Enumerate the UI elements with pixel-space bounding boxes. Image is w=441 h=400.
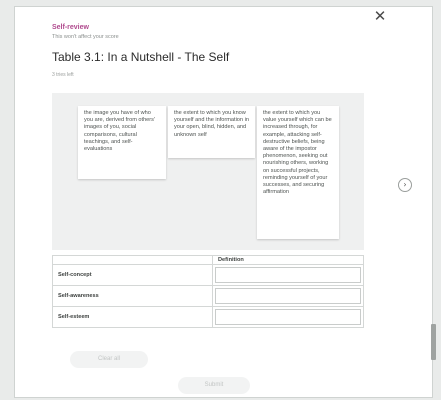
row-label: Self-awareness <box>52 285 213 307</box>
row-label: Self-concept <box>52 264 213 286</box>
table-row: Self-esteem <box>52 306 364 328</box>
column-header: Definition <box>212 255 364 265</box>
column-header <box>52 255 213 265</box>
table-row: Self-concept <box>52 264 364 286</box>
left-margin <box>0 0 14 400</box>
score-note: This won't affect your score <box>52 34 119 40</box>
answer-chip[interactable]: the image you have of who you are, deriv… <box>78 106 166 179</box>
answer-chip[interactable]: the extent to which you value yourself w… <box>257 106 339 239</box>
definition-cell <box>212 264 364 286</box>
matching-table: Definition Self-concept Self-awareness S… <box>52 255 364 328</box>
tries-left: 3 tries left <box>52 72 74 78</box>
table-row: Self-awareness <box>52 285 364 307</box>
definition-cell <box>212 306 364 328</box>
row-label: Self-esteem <box>52 306 213 328</box>
submit-button[interactable]: Submit <box>178 377 250 394</box>
page-title: Table 3.1: In a Nutshell - The Self <box>52 50 230 64</box>
chevron-right-icon[interactable]: › <box>398 178 412 192</box>
scrollbar-thumb[interactable] <box>431 324 436 360</box>
drop-target[interactable] <box>215 288 361 304</box>
answer-chip[interactable]: the extent to which you know yourself an… <box>168 106 255 158</box>
table-header-row: Definition <box>52 255 364 265</box>
drop-target[interactable] <box>215 309 361 325</box>
drop-target[interactable] <box>215 267 361 283</box>
definition-cell <box>212 285 364 307</box>
answer-bank: the image you have of who you are, deriv… <box>52 93 364 250</box>
clear-all-button[interactable]: Clear all <box>70 351 148 368</box>
close-icon[interactable]: ✕ <box>372 8 388 24</box>
section-label: Self-review <box>52 24 89 31</box>
